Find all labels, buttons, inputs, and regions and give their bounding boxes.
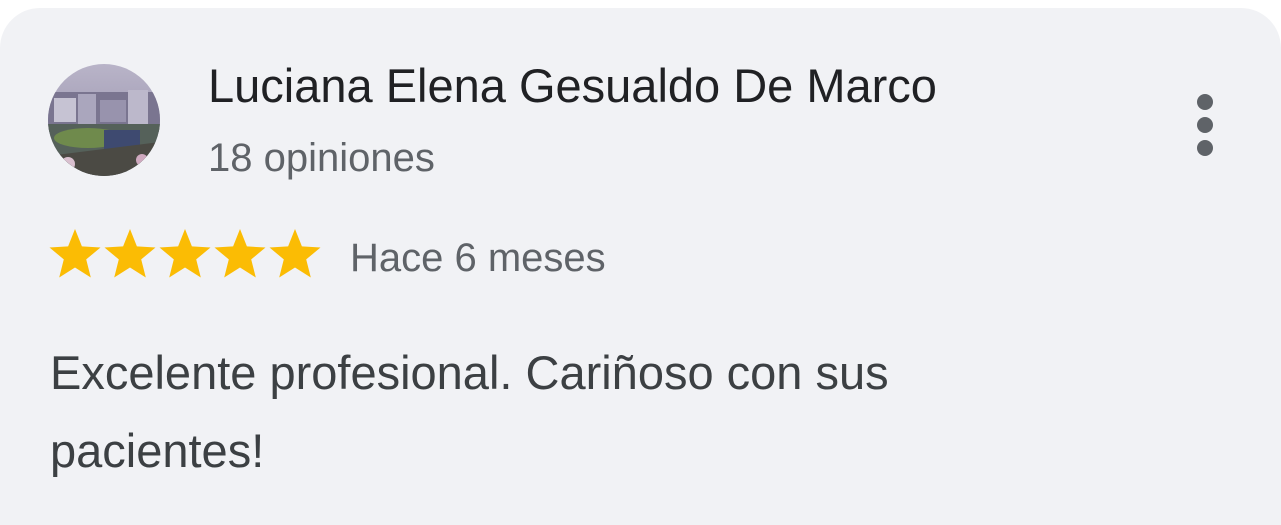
- avatar-photo: [48, 64, 160, 176]
- review-card: Luciana Elena Gesualdo De Marco 18 opini…: [0, 8, 1281, 525]
- star-icon: [269, 229, 321, 278]
- review-text: Excelente profesional. Cariñoso con sus …: [50, 346, 889, 477]
- reviewer-review-count: 18 opiniones: [208, 136, 435, 180]
- reviewer-avatar[interactable]: [48, 64, 160, 176]
- more-vert-icon-dot: [1197, 117, 1213, 133]
- star-icon: [104, 229, 156, 278]
- star-icon: [49, 229, 101, 278]
- star-icon: [214, 229, 266, 278]
- more-options-button[interactable]: [1182, 80, 1228, 170]
- star-rating: [48, 226, 322, 284]
- star-icon: [159, 229, 211, 278]
- more-vert-icon-dot: [1197, 140, 1213, 156]
- reviewer-name[interactable]: Luciana Elena Gesualdo De Marco: [208, 56, 937, 116]
- more-vert-icon-dot: [1197, 94, 1213, 110]
- review-date: Hace 6 meses: [350, 236, 606, 280]
